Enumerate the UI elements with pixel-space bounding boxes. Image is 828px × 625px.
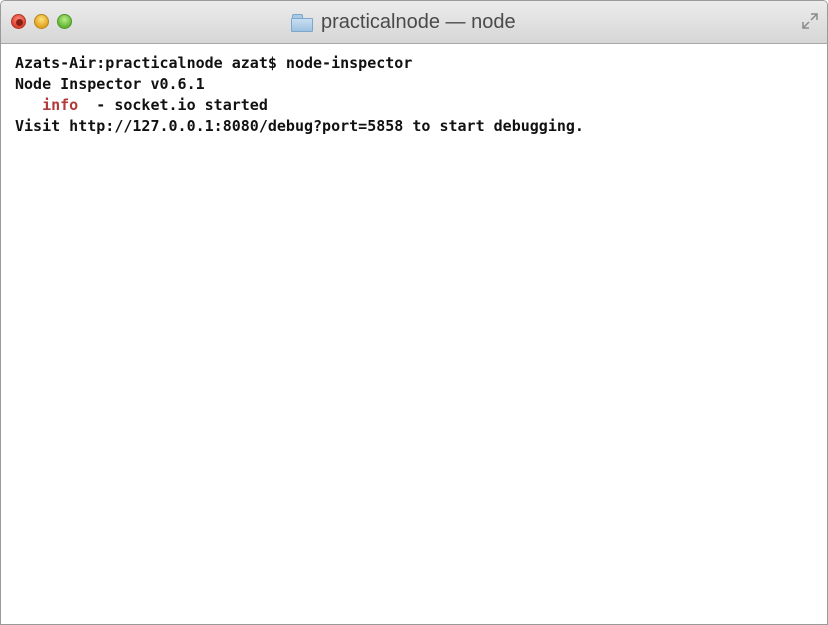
info-tag: info	[42, 96, 79, 114]
window-title-group: practicalnode — node	[291, 10, 516, 34]
terminal-line-info: info - socket.io started	[15, 95, 827, 116]
info-message: socket.io started	[114, 96, 268, 114]
terminal-line-version: Node Inspector v0.6.1	[15, 75, 205, 93]
terminal-output[interactable]: Azats-Air:practicalnode azat$ node-inspe…	[1, 44, 827, 624]
fullscreen-icon[interactable]	[801, 12, 819, 30]
info-indent	[15, 96, 42, 114]
close-button[interactable]	[11, 14, 26, 29]
info-separator: -	[78, 96, 115, 114]
window-title: practicalnode — node	[321, 10, 516, 33]
title-bar[interactable]: practicalnode — node	[1, 1, 827, 44]
terminal-window: practicalnode — node Azats-Air:practical…	[0, 0, 828, 625]
folder-icon	[291, 13, 313, 32]
zoom-button[interactable]	[57, 14, 72, 29]
terminal-line-visit: Visit http://127.0.0.1:8080/debug?port=5…	[15, 117, 584, 135]
terminal-line-prompt: Azats-Air:practicalnode azat$ node-inspe…	[15, 54, 413, 72]
minimize-button[interactable]	[34, 14, 49, 29]
close-icon	[16, 19, 23, 26]
